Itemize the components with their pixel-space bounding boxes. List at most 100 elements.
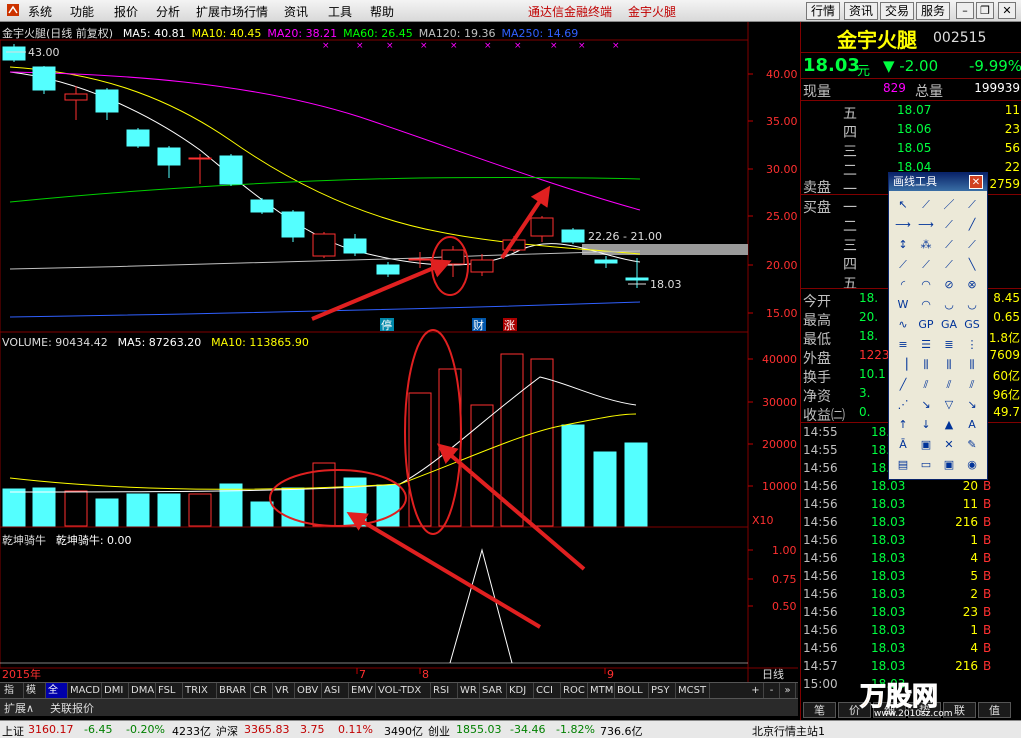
tool-cycle2-icon[interactable]: ◡ [962, 295, 982, 315]
tool-arc-icon[interactable]: ◜ [893, 275, 913, 295]
tool-falling-icon[interactable]: ↘ [916, 395, 936, 415]
tool-wave-icon[interactable]: W [893, 295, 913, 315]
tool-gann-icon[interactable]: ⟋ [939, 255, 959, 275]
tool-fib3-icon[interactable]: ≣ [939, 335, 959, 355]
tab-15[interactable]: RSI [431, 683, 458, 699]
tab-9[interactable]: CR [251, 683, 273, 699]
tool-bars2-icon[interactable]: ⫼ [916, 355, 936, 375]
tool-gs-icon[interactable]: GS [962, 315, 982, 335]
menu-item-7[interactable]: 帮助 [370, 3, 394, 20]
tab-3[interactable]: MACD [68, 683, 102, 699]
restore-icon[interactable]: ❐ [976, 2, 994, 19]
tool-ruler-icon[interactable]: ▭ [916, 455, 936, 475]
tool-arrow-h-icon[interactable]: ⟶ [893, 215, 913, 235]
event-badge-2[interactable]: 涨 [504, 319, 515, 332]
tool-fan-icon[interactable]: ⟋ [893, 255, 913, 275]
tool-pen-icon[interactable]: ✎ [962, 435, 982, 455]
tab-add-icon[interactable]: + [748, 683, 764, 699]
tool-speed3-icon[interactable]: ⫽ [939, 375, 959, 395]
tool-dot-icon[interactable]: ◉ [962, 455, 982, 475]
tab-14[interactable]: VOL-TDX [376, 683, 431, 699]
tool-vertical-icon[interactable]: ↕ [893, 235, 913, 255]
tool-down-tri-icon[interactable]: ↓ [916, 415, 936, 435]
top-button-2[interactable]: 交易 [880, 2, 915, 20]
chart-area[interactable]: 金宇火腿(日线 前复权) MA5: 40.81 MA10: 40.45 MA20: … [0, 22, 798, 682]
tab-remove-icon[interactable]: - [764, 683, 780, 699]
tool-trend2-icon[interactable]: ⟋ [962, 235, 982, 255]
tool-triangle-icon[interactable]: ▽ [939, 395, 959, 415]
tool-fib4-icon[interactable]: ⋮ [962, 335, 982, 355]
tab-10[interactable]: VR [273, 683, 295, 699]
tool-table-icon[interactable]: ▤ [893, 455, 913, 475]
tool-ellipse-icon[interactable]: ⊗ [962, 275, 982, 295]
tool-select-icon[interactable]: ↖ [893, 195, 913, 215]
tab-1[interactable]: 模板 [24, 683, 46, 711]
tool-fib-icon[interactable]: ≡ [893, 335, 913, 355]
tab-21[interactable]: MTM [588, 683, 615, 699]
tab-6[interactable]: FSL [156, 683, 183, 699]
tool-parallel-icon[interactable]: ⟋ [939, 215, 959, 235]
tool-trend-icon[interactable]: ⟋ [939, 235, 959, 255]
tool-bars-icon[interactable]: ▕ [893, 355, 913, 375]
tab-0[interactable]: 指标 [2, 683, 24, 711]
tab-20[interactable]: ROC [561, 683, 588, 699]
tool-bars3-icon[interactable]: ⫼ [939, 355, 959, 375]
close-icon[interactable]: ✕ [969, 175, 983, 189]
tool-down-arrow-icon[interactable]: ↘ [962, 395, 982, 415]
tool-speed2-icon[interactable]: ⫽ [916, 375, 936, 395]
tool-box-icon[interactable]: ▣ [939, 455, 959, 475]
tool-curve-icon[interactable]: ◠ [916, 295, 936, 315]
expand-button[interactable]: 扩展∧ [4, 700, 34, 716]
tool-speed-icon[interactable]: ╱ [893, 375, 913, 395]
tool-circle-icon[interactable]: ⊘ [939, 275, 959, 295]
tool-text2-icon[interactable]: Ā [893, 435, 913, 455]
tab-16[interactable]: WR [458, 683, 480, 699]
logo-icon[interactable] [6, 3, 20, 20]
tab-5[interactable]: DMA [129, 683, 156, 699]
menu-item-6[interactable]: 工具 [328, 3, 352, 20]
tool-ga-icon[interactable]: GA [939, 315, 959, 335]
tool-bars4-icon[interactable]: ⫼ [962, 355, 982, 375]
tool-channel-icon[interactable]: ╱ [962, 215, 982, 235]
top-button-1[interactable]: 资讯 [844, 2, 879, 20]
tool-rect-icon[interactable]: ▣ [916, 435, 936, 455]
tab-19[interactable]: CCI [534, 683, 561, 699]
close-icon[interactable]: ✕ [998, 2, 1016, 19]
drawing-tool-palette[interactable]: 画线工具 ✕ ↖ ⟋ ／ ⟋ ⟶ ⟶ ⟋ ╱ ↕ ⁂ ⟋ ⟋ ⟋ ⟋ ⟋ ╲ ◜ ◠ ⊘ ⊗ W ◠ ◡ ◡ ∿ GP GA GS ≡ ☰… [888, 172, 988, 480]
tool-segment-icon[interactable]: ⟋ [962, 195, 982, 215]
related-quote-button[interactable]: 关联报价 [50, 700, 94, 716]
tab-24[interactable]: MCST [676, 683, 710, 699]
tab-2[interactable]: 全部 [46, 683, 68, 711]
top-button-0[interactable]: 行情 [806, 2, 841, 20]
tool-delete-icon[interactable]: ✕ [939, 435, 959, 455]
tool-sine-icon[interactable]: ∿ [893, 315, 913, 335]
tool-ray-icon[interactable]: ／ [939, 195, 959, 215]
tool-fib2-icon[interactable]: ☰ [916, 335, 936, 355]
kline-chart[interactable]: 40.00 35.00 30.00 25.00 20.00 15.00 40000 30000… [0, 22, 798, 682]
tool-gp-icon[interactable]: GP [916, 315, 936, 335]
top-button-3[interactable]: 服务 [916, 2, 951, 20]
tool-arc2-icon[interactable]: ◠ [916, 275, 936, 295]
tab-4[interactable]: DMI [102, 683, 129, 699]
tool-rising-icon[interactable]: ⋰ [893, 395, 913, 415]
menu-item-2[interactable]: 报价 [114, 3, 138, 20]
tool-arrow-icon[interactable]: ⟶ [916, 215, 936, 235]
tool-up-arrow-icon[interactable]: ↑ [893, 415, 913, 435]
menu-item-5[interactable]: 资讯 [284, 3, 308, 20]
menu-item-0[interactable]: 系统 [28, 3, 52, 20]
tab-12[interactable]: ASI [322, 683, 349, 699]
tab-8[interactable]: BRAR [217, 683, 251, 699]
event-badge-1[interactable]: 财 [473, 318, 484, 332]
tool-down-icon[interactable]: ╲ [962, 255, 982, 275]
tab-7[interactable]: TRIX [183, 683, 217, 699]
tab-18[interactable]: KDJ [507, 683, 534, 699]
tool-line-icon[interactable]: ⟋ [916, 195, 936, 215]
tab-17[interactable]: SAR [480, 683, 507, 699]
tool-speed4-icon[interactable]: ⫽ [962, 375, 982, 395]
tool-angle-icon[interactable]: ⟋ [916, 255, 936, 275]
tab-13[interactable]: EMV [349, 683, 376, 699]
tab-23[interactable]: PSY [649, 683, 676, 699]
tab-more-icon[interactable]: » [780, 683, 796, 699]
menu-item-1[interactable]: 功能 [70, 3, 94, 20]
menu-item-3[interactable]: 分析 [156, 3, 180, 20]
